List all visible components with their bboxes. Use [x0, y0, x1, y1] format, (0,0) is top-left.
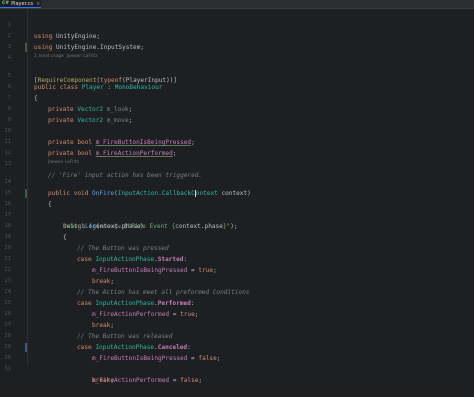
- code-line: 15 {: [0, 177, 474, 188]
- code-line: 23 // The Action has meet all preformed …: [0, 265, 474, 276]
- code-line: 17 switch (context.phase): [0, 199, 474, 210]
- codelens-hint[interactable]: Jaewon LaFritz: [48, 159, 79, 166]
- usage-hint[interactable]: 1 asset usage: [34, 54, 64, 59]
- code-line: 1 using UnityEngine;: [0, 9, 474, 20]
- code-line: 30 m_FireActionPerformed = false;: [0, 342, 474, 353]
- author-hint[interactable]: Jaewon LaFritz: [48, 160, 79, 165]
- code-line: 5 public class Player : MonoBehaviour: [0, 60, 474, 71]
- tab-filename: Player.cs: [11, 1, 33, 7]
- change-marker: [25, 189, 27, 198]
- editor-tab-bar: C# Player.cs ×: [0, 0, 474, 9]
- codelens-hint[interactable]: 1 asset usage Jaewon LaFritz: [34, 53, 97, 60]
- code-line: 12: [0, 137, 474, 148]
- code-line: 19 // The Button was pressed: [0, 221, 474, 232]
- csharp-file-icon: C#: [2, 1, 9, 6]
- code-line: 6 {: [0, 71, 474, 82]
- token: break: [92, 377, 110, 384]
- code-line: 20 case InputActionPhase.Started:: [0, 232, 474, 243]
- token: ;: [110, 377, 114, 384]
- code-line: 28 case InputActionPhase.Canceled:: [0, 320, 474, 331]
- change-marker: [25, 343, 27, 352]
- code-line: 22 break;: [0, 254, 474, 265]
- code-line: 31 break;: [0, 353, 474, 364]
- code-line: 2 using UnityEngine.InputSystem;: [0, 20, 474, 31]
- code-line: 3: [0, 31, 474, 42]
- code-line: 8 private Vector2 m_move;: [0, 93, 474, 104]
- token: =: [169, 377, 180, 384]
- code-line: 9: [0, 104, 474, 115]
- code-line: 18 {: [0, 210, 474, 221]
- tab-player-cs[interactable]: C# Player.cs ×: [0, 0, 41, 8]
- code-line: 4 [RequireComponent(typeof(PlayerInput))…: [0, 42, 474, 53]
- code-line: 10 private bool m_FireButtonIsBeingPress…: [0, 115, 474, 126]
- code-line: 16 Debug.Log(message:$"Fire Event {conte…: [0, 188, 474, 199]
- author-hint[interactable]: Jaewon LaFritz: [67, 54, 98, 59]
- code-line: 24 case InputActionPhase.Performed:: [0, 276, 474, 287]
- code-line: 11 private bool m_FireActionPerformed;: [0, 126, 474, 137]
- close-icon[interactable]: ×: [36, 1, 40, 7]
- token: false: [180, 377, 198, 384]
- code-editor[interactable]: 1 using UnityEngine; 2 using UnityEngine…: [0, 9, 474, 366]
- code-line: 29 m_FireButtonIsBeingPressed = false;: [0, 331, 474, 342]
- code-line: 7 private Vector2 m_look;: [0, 82, 474, 93]
- token: ;: [198, 377, 202, 384]
- code-line: 13 // 'Fire' input action has been trigg…: [0, 148, 474, 159]
- code-line: 27 // The Button was released: [0, 309, 474, 320]
- code-line: 21 m_FireButtonIsBeingPressed = true;: [0, 243, 474, 254]
- code-line: 14 public void OnFire(InputAction.Callba…: [0, 166, 474, 177]
- change-marker: [25, 43, 27, 52]
- code-line: 26 break;: [0, 298, 474, 309]
- code-line: 25 m_FireActionPerformed = true;: [0, 287, 474, 298]
